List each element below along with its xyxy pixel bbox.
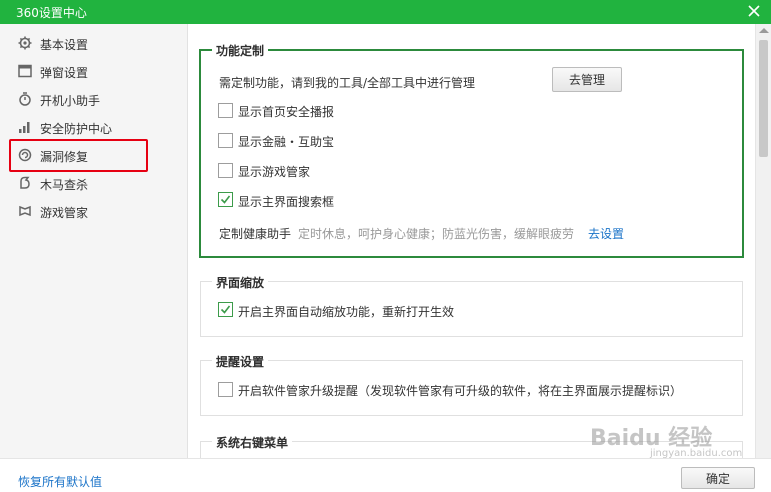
- checkbox-label: 开启软件管家升级提醒（发现软件管家有可升级的软件，将在主界面展示提醒标识）: [238, 384, 683, 398]
- manage-button[interactable]: 去管理: [552, 67, 622, 92]
- health-assistant-label: 定制健康助手: [219, 227, 292, 241]
- checkbox-label: 显示首页安全播报: [238, 105, 335, 119]
- sidebar-item-label: 木马查杀: [40, 178, 89, 192]
- sidebar-item-label: 安全防护中心: [40, 122, 113, 136]
- checkbox-label: 显示游戏管家: [238, 165, 311, 179]
- show-security-broadcast-checkbox[interactable]: [218, 103, 233, 118]
- zoom-title: 界面缩放: [212, 274, 269, 291]
- footer: 恢复所有默认值: [0, 458, 771, 492]
- sidebar-item-label: 开机小助手: [40, 94, 101, 108]
- signal-bars-icon: [18, 120, 32, 134]
- show-finance-checkbox[interactable]: [218, 133, 233, 148]
- gear-icon: [18, 36, 32, 50]
- restore-defaults-link[interactable]: 恢复所有默认值: [18, 473, 102, 490]
- context-menu-title: 系统右键菜单: [212, 434, 293, 451]
- sidebar-item-label: 基本设置: [40, 38, 89, 52]
- health-assistant-desc: 定时休息，呵护身心健康；防蓝光伤害，缓解眼疲劳: [298, 227, 575, 241]
- sidebar-item-game-manager[interactable]: 游戏管家: [0, 198, 188, 224]
- watermark-url: jingyan.baidu.com: [650, 448, 743, 459]
- sidebar-item-popup-settings[interactable]: 弹窗设置: [0, 58, 188, 84]
- feature-custom-hint: 需定制功能，请到我的工具/全部工具中进行管理: [219, 76, 476, 90]
- reminder-title: 提醒设置: [212, 353, 269, 370]
- highlight-annotation: [9, 139, 148, 172]
- sidebar-item-trojan-scan[interactable]: 木马查杀: [0, 170, 188, 196]
- feature-custom-title: 功能定制: [212, 42, 269, 59]
- window-icon: [18, 64, 32, 78]
- show-game-manager-checkbox[interactable]: [218, 163, 233, 178]
- sidebar-item-label: 游戏管家: [40, 206, 89, 220]
- close-icon[interactable]: [745, 2, 763, 20]
- sidebar: 基本设置 弹窗设置 开机小助手 安全防护中心 漏洞修复 木马查杀 游戏管家: [0, 24, 188, 458]
- sidebar-item-security-center[interactable]: 安全防护中心: [0, 114, 188, 140]
- title-bar: 360设置中心: [0, 0, 771, 24]
- trojan-icon: [18, 176, 32, 190]
- auto-zoom-checkbox[interactable]: [218, 302, 233, 317]
- sidebar-item-boot-assistant[interactable]: 开机小助手: [0, 86, 188, 112]
- sidebar-item-label: 弹窗设置: [40, 66, 89, 80]
- gamepad-icon: [18, 204, 32, 218]
- checkbox-label: 显示主界面搜索框: [238, 195, 335, 209]
- health-settings-link[interactable]: 去设置: [588, 225, 624, 242]
- software-upgrade-reminder-checkbox[interactable]: [218, 382, 233, 397]
- check-icon: [220, 195, 231, 204]
- vertical-scrollbar[interactable]: [755, 24, 771, 458]
- scroll-thumb[interactable]: [759, 40, 768, 157]
- scroll-up-icon[interactable]: [759, 28, 769, 33]
- timer-icon: [18, 92, 32, 106]
- checkbox-label: 开启主界面自动缩放功能，重新打开生效: [238, 305, 455, 319]
- show-search-box-checkbox[interactable]: [218, 192, 233, 207]
- ok-button[interactable]: 确定: [681, 467, 755, 489]
- sidebar-item-basic-settings[interactable]: 基本设置: [0, 30, 188, 56]
- checkbox-label: 显示金融・互助宝: [238, 135, 335, 149]
- window-title: 360设置中心: [16, 6, 87, 20]
- check-icon: [220, 305, 231, 314]
